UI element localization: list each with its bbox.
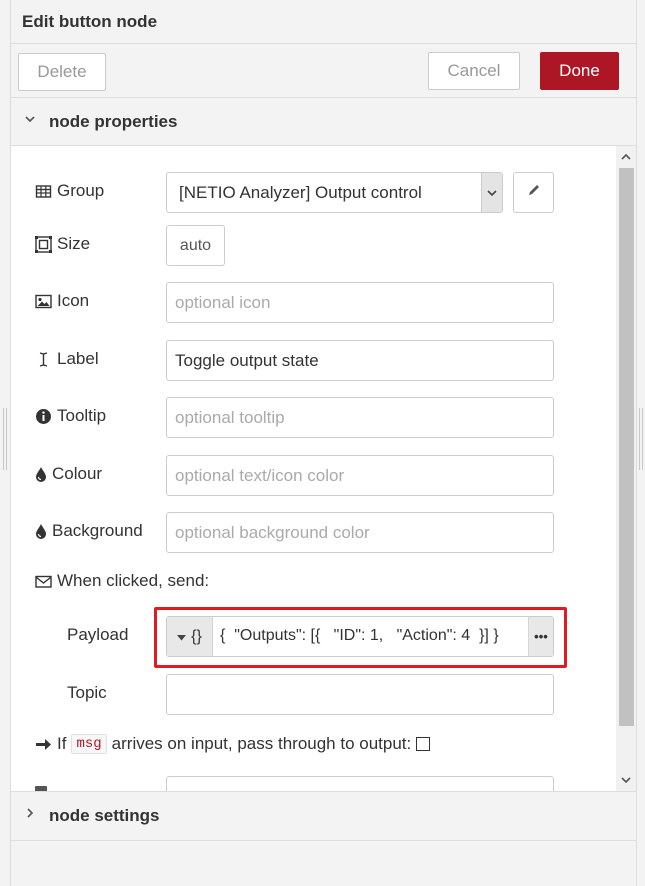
tooltip-row: Tooltip bbox=[11, 397, 616, 438]
info-circle-icon bbox=[35, 408, 52, 425]
label-row: Label bbox=[11, 340, 616, 381]
label-input[interactable] bbox=[166, 340, 554, 381]
icon-label-wrap: Icon bbox=[35, 291, 89, 311]
right-splitter-grip[interactable] bbox=[639, 408, 643, 470]
tray-toolbar: Delete Cancel Done bbox=[11, 44, 636, 98]
arrow-right-icon bbox=[35, 736, 52, 753]
left-splitter[interactable] bbox=[0, 0, 11, 886]
topic-row: Topic bbox=[11, 674, 616, 715]
scroll-up-icon[interactable] bbox=[616, 146, 636, 168]
tooltip-label: Tooltip bbox=[57, 406, 107, 425]
topic-label-wrap: Topic bbox=[67, 683, 107, 703]
edit-group-button[interactable] bbox=[513, 172, 554, 213]
passthrough-prefix: If bbox=[57, 734, 67, 753]
chevron-right-icon bbox=[24, 806, 36, 822]
right-splitter[interactable] bbox=[636, 0, 645, 886]
passthrough-row: If msg arrives on input, pass through to… bbox=[11, 734, 616, 758]
group-label: Group bbox=[57, 181, 105, 200]
payload-row: Payload {} { "Outputs": [{ "ID": 1, "Act… bbox=[11, 607, 616, 668]
colour-label: Colour bbox=[52, 464, 103, 483]
group-label-wrap: Group bbox=[35, 181, 104, 201]
background-label-wrap: Background bbox=[35, 521, 143, 541]
scrollbar-thumb[interactable] bbox=[619, 168, 634, 726]
next-row-partial bbox=[11, 776, 616, 791]
edit-tray: Edit button node Delete Cancel Done node… bbox=[11, 0, 636, 886]
payload-label-wrap: Payload bbox=[67, 625, 128, 645]
properties-scroll-area: Group [NETIO Analyzer] Output control Si… bbox=[11, 146, 616, 791]
size-row: Size auto bbox=[11, 225, 616, 266]
partial-input[interactable] bbox=[166, 776, 554, 791]
colour-row: Colour bbox=[11, 455, 616, 496]
label-label-wrap: Label bbox=[35, 349, 99, 369]
table-icon bbox=[35, 183, 52, 200]
msg-code-chip: msg bbox=[71, 734, 107, 754]
tooltip-label-wrap: Tooltip bbox=[35, 406, 106, 426]
image-icon bbox=[35, 293, 52, 310]
icon-row: Icon bbox=[11, 282, 616, 323]
payload-highlight-annotation bbox=[154, 607, 567, 668]
envelope-icon bbox=[35, 573, 52, 590]
node-properties-header[interactable]: node properties bbox=[11, 98, 636, 146]
node-settings-header[interactable]: node settings bbox=[11, 791, 636, 841]
icon-label: Icon bbox=[57, 291, 90, 310]
chevron-down-icon bbox=[24, 112, 36, 128]
tray-title: Edit button node bbox=[22, 12, 158, 31]
payload-label: Payload bbox=[67, 625, 129, 644]
pencil-icon bbox=[527, 183, 541, 202]
passthrough-label-wrap: If msg arrives on input, pass through to… bbox=[35, 734, 431, 754]
tray-header: Edit button node bbox=[11, 0, 636, 44]
tray-footer bbox=[11, 841, 636, 886]
when-clicked-label: When clicked, send: bbox=[57, 571, 210, 590]
node-settings-label: node settings bbox=[49, 806, 160, 825]
passthrough-suffix: arrives on input, pass through to output… bbox=[111, 734, 412, 753]
background-input[interactable] bbox=[166, 512, 554, 553]
size-label-wrap: Size bbox=[35, 234, 90, 254]
group-select-value: [NETIO Analyzer] Output control bbox=[179, 183, 422, 202]
size-button[interactable]: auto bbox=[166, 225, 225, 266]
background-row: Background bbox=[11, 512, 616, 553]
label-label: Label bbox=[57, 349, 99, 368]
colour-label-wrap: Colour bbox=[35, 464, 102, 484]
topic-input[interactable] bbox=[166, 674, 554, 715]
when-clicked-row: When clicked, send: bbox=[11, 571, 616, 593]
text-cursor-icon bbox=[35, 351, 52, 368]
colour-input[interactable] bbox=[166, 455, 554, 496]
background-label: Background bbox=[52, 521, 143, 540]
tint-icon bbox=[35, 466, 47, 483]
when-clicked-label-wrap: When clicked, send: bbox=[35, 571, 209, 591]
scroll-down-icon[interactable] bbox=[616, 769, 636, 791]
resize-icon bbox=[35, 235, 52, 253]
icon-input[interactable] bbox=[166, 282, 554, 323]
left-splitter-grip[interactable] bbox=[3, 408, 7, 470]
cancel-button[interactable]: Cancel bbox=[428, 52, 520, 90]
topic-label: Topic bbox=[67, 683, 107, 702]
group-row: Group [NETIO Analyzer] Output control bbox=[11, 172, 616, 213]
size-label: Size bbox=[57, 234, 91, 253]
done-button[interactable]: Done bbox=[540, 52, 619, 90]
tint-icon bbox=[35, 523, 47, 540]
passthrough-checkbox[interactable] bbox=[416, 737, 431, 751]
group-select[interactable]: [NETIO Analyzer] Output control bbox=[166, 172, 503, 213]
properties-scrollbar[interactable] bbox=[616, 146, 636, 791]
delete-button[interactable]: Delete bbox=[18, 53, 106, 91]
tooltip-input[interactable] bbox=[166, 397, 554, 438]
node-properties-label: node properties bbox=[49, 112, 178, 131]
caret-down-icon[interactable] bbox=[481, 173, 502, 212]
